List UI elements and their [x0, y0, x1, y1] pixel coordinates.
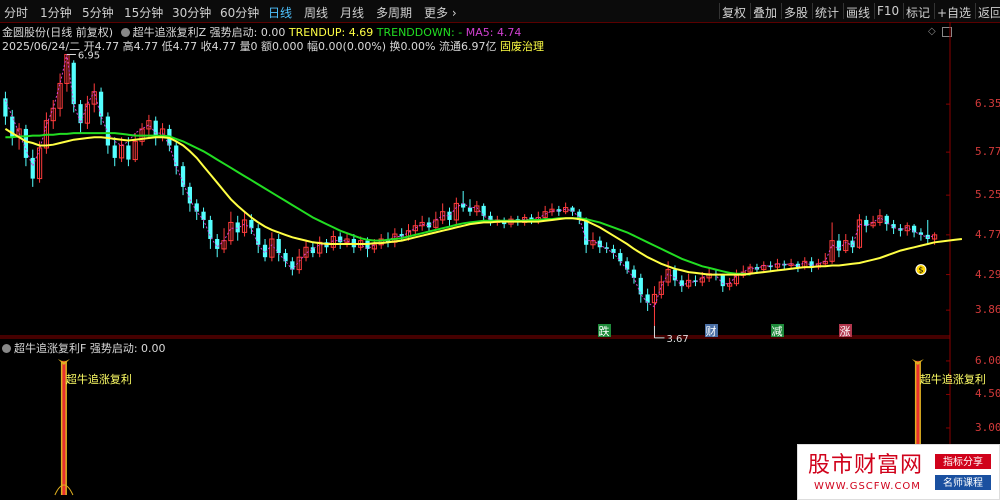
- candle-body: [180, 166, 186, 187]
- candle-body: [201, 211, 206, 220]
- candle-body: [235, 222, 240, 233]
- event-marker-0: 跌: [599, 324, 610, 338]
- signal-flame-icon: [911, 358, 924, 365]
- y-tick-label: 6.35: [975, 97, 1000, 111]
- sub-y-tick-label: 3.00: [975, 420, 1000, 434]
- watermark-logo: 股市财富网 WWW.GSCFW.COM 指标分享 名师课程: [797, 444, 1000, 500]
- candle-body: [338, 236, 343, 243]
- candle-body: [461, 203, 466, 208]
- candle-body: [597, 240, 602, 248]
- watermark-logo-art: 股市财富网 WWW.GSCFW.COM 指标分享 名师课程: [808, 453, 991, 492]
- chart-canvas[interactable]: 6.95 3.67 跌 财 减 涨 $ 超牛追涨复利 超牛追涨复利: [0, 0, 1000, 500]
- candle-body: [836, 240, 842, 251]
- trend-up-line: [4, 128, 963, 276]
- y-tick-label: 4.77: [975, 227, 1000, 241]
- signal-coin-glyph: $: [918, 266, 923, 275]
- y-tick-label: 5.77: [975, 145, 1000, 159]
- candle-body: [78, 104, 83, 124]
- svg-text:名师课程: 名师课程: [943, 476, 983, 489]
- sub-y-tick-label: 6.00: [975, 353, 1000, 367]
- candle-body: [672, 269, 678, 281]
- signal-flame-icon: [57, 358, 70, 365]
- candle-body: [126, 145, 131, 160]
- candle-body: [290, 261, 295, 270]
- y-tick-label: 3.86: [975, 303, 1000, 317]
- trend-down-line: [5, 132, 751, 276]
- signal-label-0: 超牛追涨复利: [66, 372, 132, 386]
- y-tick-label: 5.25: [975, 188, 1000, 202]
- event-marker-3: 涨: [840, 325, 851, 338]
- svg-text:股市财富网: 股市财富网: [808, 453, 923, 478]
- candle-body: [30, 157, 35, 179]
- candle-body: [71, 62, 76, 105]
- svg-text:指标分享: 指标分享: [943, 455, 983, 468]
- candle-body: [679, 280, 684, 287]
- candle-body: [611, 248, 616, 254]
- candle-body: [584, 219, 589, 245]
- candle-body: [208, 219, 213, 239]
- candle-body: [631, 269, 637, 278]
- candle-body: [467, 207, 473, 212]
- candle-body: [194, 203, 199, 212]
- candle-body: [112, 145, 117, 158]
- signal-label-1: 超牛追涨复利: [920, 372, 986, 386]
- candle-body: [215, 238, 220, 249]
- svg-text:WWW.GSCFW.COM: WWW.GSCFW.COM: [814, 481, 921, 492]
- candle-body: [720, 275, 725, 287]
- y-tick-label: 4.29: [975, 267, 1000, 281]
- candle-body: [105, 116, 111, 146]
- candle-body: [98, 91, 104, 117]
- event-marker-2: 减: [772, 325, 783, 338]
- sub-y-tick-label: 4.50: [975, 387, 1000, 401]
- low-annotation-label: 3.67: [666, 334, 688, 345]
- high-annotation-label: 6.95: [78, 50, 100, 61]
- event-marker-1: 财: [706, 324, 717, 338]
- candle-body: [187, 186, 193, 204]
